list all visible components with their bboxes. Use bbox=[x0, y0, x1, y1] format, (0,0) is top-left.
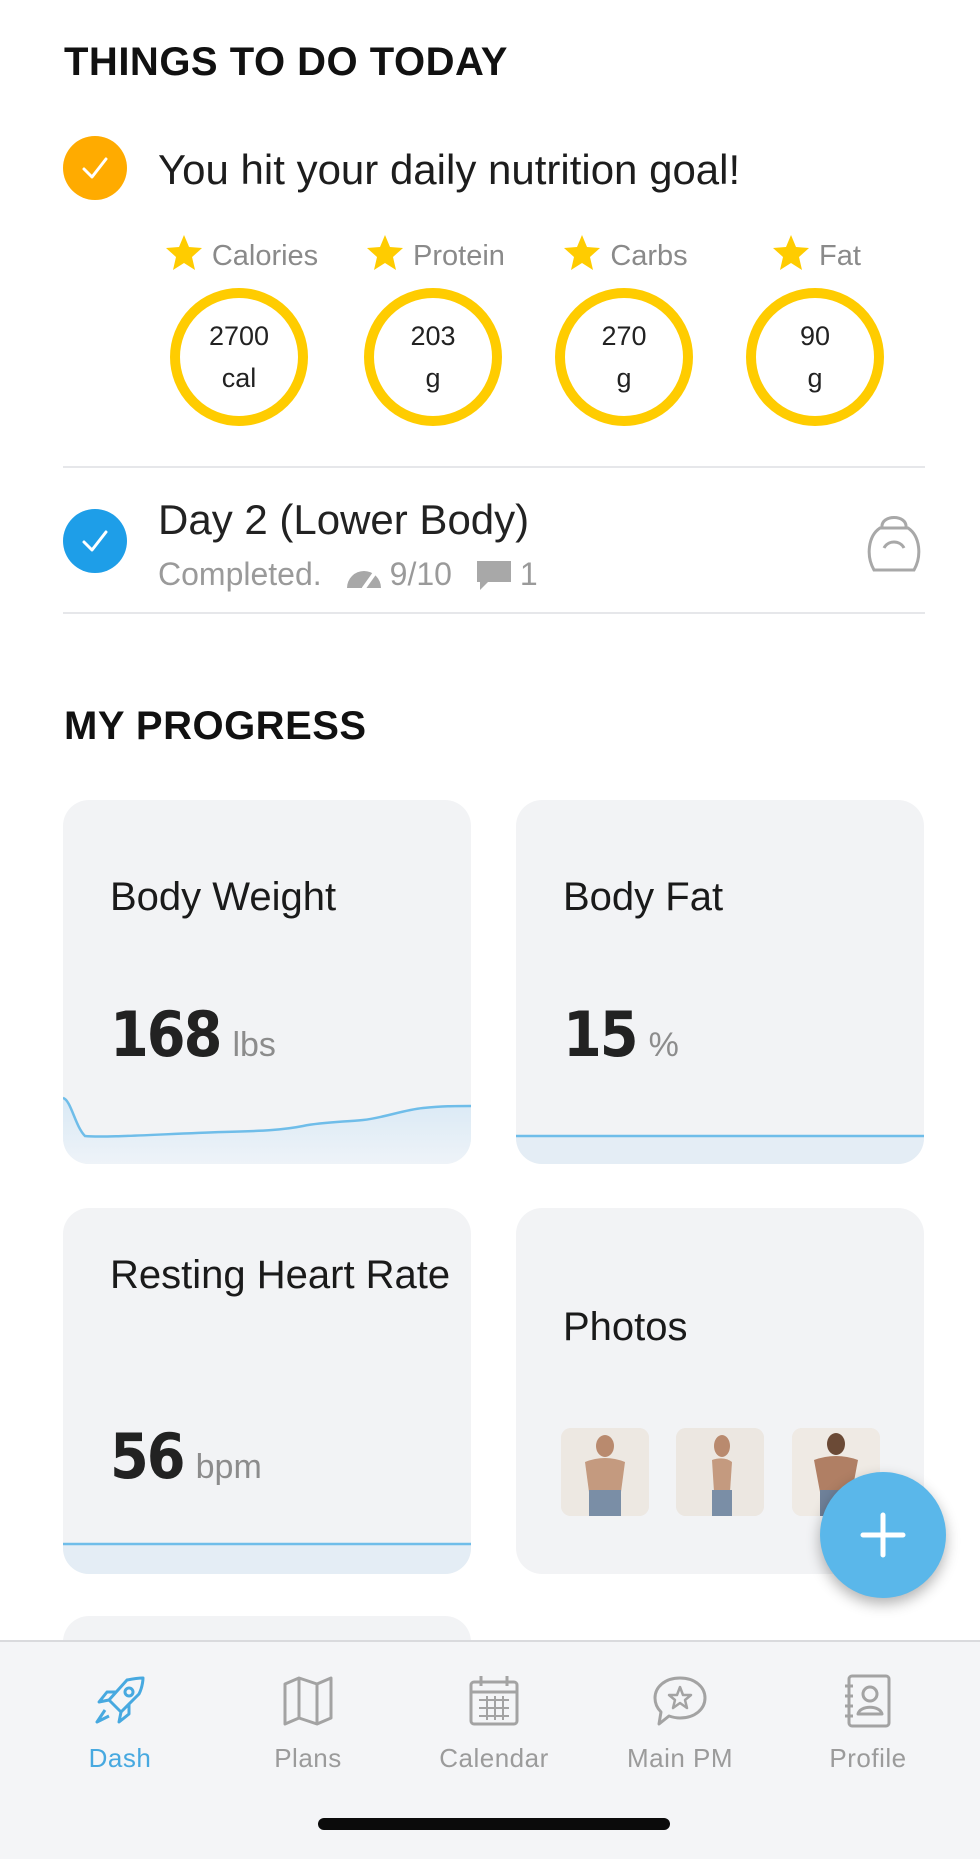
macro-value: 270 bbox=[601, 321, 647, 351]
comment-icon bbox=[474, 558, 514, 592]
workout-check-icon[interactable] bbox=[63, 509, 127, 573]
nutrition-goal-message[interactable]: You hit your daily nutrition goal! bbox=[158, 146, 740, 194]
macro-ring: 90 g bbox=[746, 288, 884, 426]
card-value: 56 bpm bbox=[110, 1420, 262, 1493]
macro-calories: Calories 2700 cal bbox=[156, 232, 326, 432]
body-fat-sparkline bbox=[516, 1134, 924, 1164]
chat-star-icon bbox=[651, 1672, 709, 1735]
progress-section-title: MY PROGRESS bbox=[64, 704, 367, 748]
body-fat-unit: % bbox=[648, 1026, 679, 1064]
macro-unit: g bbox=[807, 363, 823, 393]
macro-protein: Protein 203 g bbox=[350, 232, 520, 432]
card-value: 15 % bbox=[563, 998, 679, 1071]
macro-unit: g bbox=[425, 363, 441, 393]
contact-book-icon bbox=[839, 1672, 897, 1735]
card-title: Resting Heart Rate bbox=[110, 1253, 451, 1297]
star-icon bbox=[771, 232, 811, 280]
macro-value: 203 bbox=[410, 321, 456, 351]
body-fat-card[interactable]: Body Fat 15 % bbox=[516, 800, 924, 1164]
add-fab-button[interactable] bbox=[820, 1472, 946, 1598]
heart-rate-unit: bpm bbox=[195, 1448, 262, 1486]
tab-dash[interactable]: Dash bbox=[30, 1672, 210, 1774]
macro-unit: g bbox=[616, 363, 632, 393]
divider bbox=[63, 612, 925, 614]
nutrition-check-icon[interactable] bbox=[63, 136, 127, 200]
card-title: Body Weight bbox=[110, 875, 337, 919]
macro-ring: 270 g bbox=[555, 288, 693, 426]
star-icon bbox=[365, 232, 405, 280]
home-indicator[interactable] bbox=[318, 1818, 670, 1830]
workout-meta: Completed. 9/10 1 bbox=[158, 556, 538, 593]
progress-photo-front[interactable] bbox=[561, 1428, 649, 1516]
workout-status: Completed. bbox=[158, 556, 322, 592]
macro-fat: Fat 90 g bbox=[731, 232, 901, 432]
heart-rate-sparkline bbox=[63, 1542, 471, 1574]
resting-heart-rate-card[interactable]: Resting Heart Rate 56 bpm bbox=[63, 1208, 471, 1574]
todo-section-title: THINGS TO DO TODAY bbox=[64, 40, 508, 84]
kettlebell-icon[interactable] bbox=[866, 508, 922, 574]
plus-icon bbox=[860, 1512, 906, 1558]
macro-label: Protein bbox=[413, 239, 505, 272]
macro-unit: cal bbox=[221, 363, 257, 393]
workout-comment-count: 1 bbox=[519, 556, 538, 592]
tab-label: Plans bbox=[274, 1743, 342, 1773]
macro-value: 2700 bbox=[208, 321, 270, 351]
divider bbox=[63, 466, 925, 468]
rocket-icon bbox=[91, 1672, 149, 1735]
tab-profile[interactable]: Profile bbox=[778, 1672, 958, 1774]
macro-label: Fat bbox=[819, 239, 861, 272]
body-weight-sparkline bbox=[63, 1096, 471, 1164]
macro-label: Carbs bbox=[610, 239, 688, 272]
card-title: Body Fat bbox=[563, 875, 724, 919]
macro-carbs: Carbs 270 g bbox=[540, 232, 710, 432]
body-weight-card[interactable]: Body Weight 168 lbs bbox=[63, 800, 471, 1164]
tab-plans[interactable]: Plans bbox=[218, 1672, 398, 1774]
tab-label: Calendar bbox=[439, 1743, 549, 1773]
star-icon bbox=[562, 232, 602, 280]
macro-ring: 203 g bbox=[364, 288, 502, 426]
macro-value: 90 bbox=[799, 321, 831, 351]
body-fat-value: 15 bbox=[563, 998, 639, 1071]
body-weight-unit: lbs bbox=[232, 1026, 276, 1064]
macro-label: Calories bbox=[211, 239, 319, 272]
tab-calendar[interactable]: Calendar bbox=[404, 1672, 584, 1774]
tab-label: Profile bbox=[829, 1743, 907, 1773]
map-icon bbox=[279, 1672, 337, 1735]
workout-rating: 9/10 bbox=[389, 556, 452, 592]
gauge-icon bbox=[344, 558, 384, 592]
star-icon bbox=[164, 232, 204, 280]
progress-photo-side[interactable] bbox=[676, 1428, 764, 1516]
calendar-icon bbox=[465, 1672, 523, 1735]
tab-main-pm[interactable]: Main PM bbox=[590, 1672, 770, 1774]
heart-rate-value: 56 bbox=[110, 1420, 186, 1493]
body-weight-value: 168 bbox=[110, 998, 222, 1071]
card-title: Photos bbox=[563, 1305, 688, 1349]
card-value: 168 lbs bbox=[110, 998, 276, 1071]
macro-ring: 2700 cal bbox=[170, 288, 308, 426]
tab-label: Dash bbox=[88, 1743, 152, 1773]
tab-label: Main PM bbox=[626, 1743, 734, 1773]
workout-title[interactable]: Day 2 (Lower Body) bbox=[158, 496, 529, 544]
